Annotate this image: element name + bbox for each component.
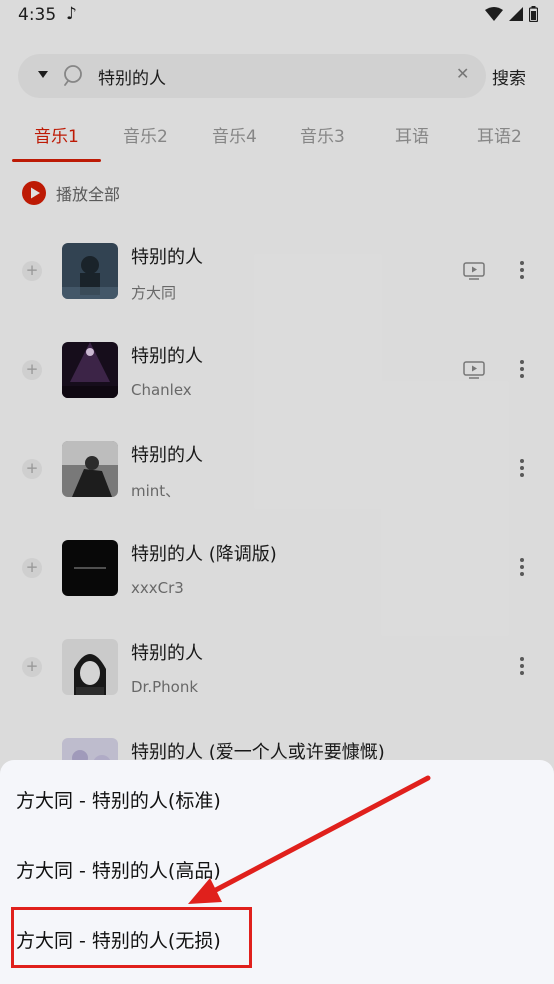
screen: 4:35 ♪ ✕ 搜索 音乐1 音乐2 音乐4 音乐3 耳语 耳语2 播放全	[0, 0, 554, 984]
annotation-arrow-icon	[188, 775, 431, 904]
